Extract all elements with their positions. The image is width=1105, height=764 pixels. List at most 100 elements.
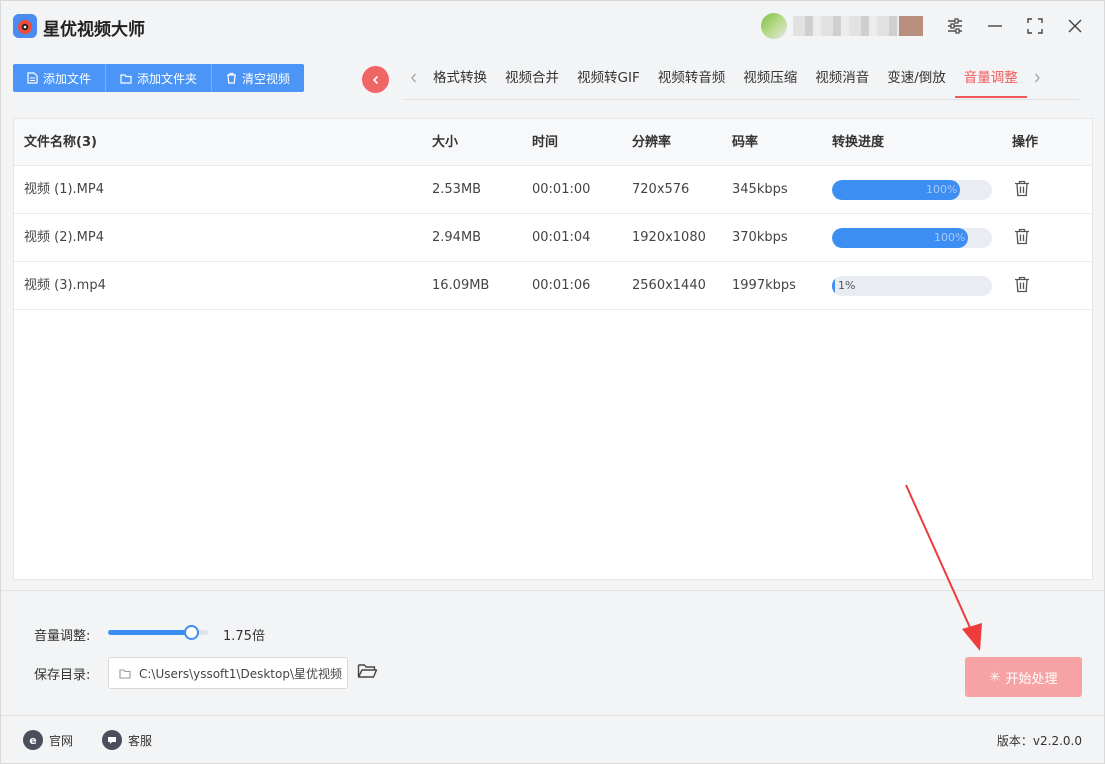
output-dir-path: C:\Users\yssoft1\Desktop\星优视频 xyxy=(139,666,342,681)
tab-video-mute[interactable]: 视频消音 xyxy=(806,64,878,98)
trash-icon xyxy=(226,72,237,84)
file-duration: 00:01:04 xyxy=(532,230,591,245)
toolbar: 添加文件 添加文件夹 清空视频 xyxy=(13,64,305,92)
tabs-scroll-left-button[interactable] xyxy=(404,64,424,92)
add-file-button[interactable]: 添加文件 xyxy=(13,64,107,92)
tabs-scroll-right-button[interactable] xyxy=(1027,64,1047,92)
collapse-button[interactable] xyxy=(362,66,389,93)
app-window: 星优视频大师 添加文件 添加文件夹 清空视频 格式转换 视频合并 视频转GIF … xyxy=(0,0,1105,764)
header-bitrate: 码率 xyxy=(732,135,759,150)
minimize-button[interactable] xyxy=(983,14,1007,38)
clear-videos-label: 清空视频 xyxy=(242,71,291,86)
file-name: 视频 (1).MP4 xyxy=(24,182,105,197)
progress-bar xyxy=(832,276,992,296)
volume-value: 1.75倍 xyxy=(223,629,265,644)
file-name: 视频 (3).mp4 xyxy=(24,278,106,293)
file-duration: 00:01:06 xyxy=(532,278,591,293)
clear-videos-button[interactable]: 清空视频 xyxy=(212,64,305,92)
file-size: 16.09MB xyxy=(432,278,490,293)
start-process-button[interactable]: ✳ 开始处理 xyxy=(965,657,1082,697)
tab-video-merge[interactable]: 视频合并 xyxy=(496,64,568,98)
trash-icon xyxy=(1015,180,1029,197)
support-link[interactable]: 客服 xyxy=(102,730,152,750)
tab-format-convert[interactable]: 格式转换 xyxy=(424,64,496,98)
avatar[interactable] xyxy=(761,13,787,39)
app-logo-icon xyxy=(13,14,37,38)
volume-slider-fill xyxy=(108,630,191,635)
delete-button[interactable] xyxy=(1014,228,1030,249)
file-bitrate: 370kbps xyxy=(732,230,788,245)
website-label: 官网 xyxy=(49,733,74,748)
output-dir-field[interactable]: C:\Users\yssoft1\Desktop\星优视频 xyxy=(108,657,348,689)
folder-icon xyxy=(120,73,132,84)
file-resolution: 2560x1440 xyxy=(632,278,706,293)
file-name: 视频 (2).MP4 xyxy=(24,230,105,245)
folder-icon xyxy=(119,668,131,679)
tab-video-compress[interactable]: 视频压缩 xyxy=(734,64,806,98)
tab-video-to-audio[interactable]: 视频转音频 xyxy=(649,64,735,98)
progress-label: 100% xyxy=(926,183,958,196)
header-progress: 转换进度 xyxy=(832,135,885,150)
chat-bubble-icon xyxy=(102,730,122,750)
volume-slider-thumb[interactable] xyxy=(184,625,199,640)
maximize-button[interactable] xyxy=(1023,14,1047,38)
progress-bar xyxy=(832,228,992,248)
delete-button[interactable] xyxy=(1014,180,1030,201)
maximize-icon xyxy=(1027,18,1043,34)
progress-label: 1% xyxy=(838,279,856,292)
support-label: 客服 xyxy=(128,733,153,748)
tab-speed-reverse[interactable]: 变速/倒放 xyxy=(878,64,955,98)
close-button[interactable] xyxy=(1063,14,1087,38)
file-bitrate: 1997kbps xyxy=(732,278,796,293)
table-row[interactable]: 视频 (2).MP4 2.94MB 00:01:04 1920x1080 370… xyxy=(14,214,1092,262)
file-icon xyxy=(27,72,38,84)
close-icon xyxy=(1068,19,1082,33)
user-account[interactable] xyxy=(761,13,923,39)
header-resolution: 分辨率 xyxy=(632,135,672,150)
header-action: 操作 xyxy=(1012,135,1039,150)
open-folder-button[interactable] xyxy=(357,662,379,684)
file-bitrate: 345kbps xyxy=(732,182,788,197)
header-size: 大小 xyxy=(432,135,459,150)
user-name-blurred xyxy=(793,16,923,36)
header-time: 时间 xyxy=(532,135,559,150)
file-resolution: 1920x1080 xyxy=(632,230,706,245)
chevron-right-icon xyxy=(1034,73,1040,83)
table-header: 文件名称(3) 大小 时间 分辨率 码率 转换进度 操作 xyxy=(14,119,1092,166)
settings-button[interactable] xyxy=(943,14,967,38)
add-file-label: 添加文件 xyxy=(43,71,92,86)
add-folder-label: 添加文件夹 xyxy=(137,71,198,86)
trash-icon xyxy=(1015,276,1029,293)
tab-video-to-gif[interactable]: 视频转GIF xyxy=(568,64,649,98)
delete-button[interactable] xyxy=(1014,276,1030,297)
volume-label: 音量调整: xyxy=(34,629,91,644)
folder-open-icon xyxy=(357,664,378,678)
output-dir-label: 保存目录: xyxy=(34,668,91,683)
loading-spinner-icon: ✳ xyxy=(989,669,1001,685)
sliders-icon xyxy=(948,18,962,34)
app-title: 星优视频大师 xyxy=(43,20,145,40)
file-duration: 00:01:00 xyxy=(532,182,591,197)
chevron-left-icon xyxy=(372,75,378,84)
footer: e 官网 客服 版本：v2.2.0.0 xyxy=(1,715,1104,763)
ie-globe-icon: e xyxy=(23,730,43,750)
title-bar: 星优视频大师 xyxy=(1,1,1104,51)
progress-label: 100% xyxy=(934,231,966,244)
progress-bar xyxy=(832,180,992,200)
annotation-arrow-icon xyxy=(905,484,982,651)
table-row[interactable]: 视频 (3).mp4 16.09MB 00:01:06 2560x1440 19… xyxy=(14,262,1092,310)
version-text: 版本：v2.2.0.0 xyxy=(996,734,1082,748)
file-resolution: 720x576 xyxy=(632,182,690,197)
website-link[interactable]: e 官网 xyxy=(23,730,73,750)
trash-icon xyxy=(1015,228,1029,245)
start-process-label: 开始处理 xyxy=(1005,671,1058,687)
volume-slider[interactable] xyxy=(108,625,208,640)
file-size: 2.94MB xyxy=(432,230,482,245)
feature-tabs: 格式转换 视频合并 视频转GIF 视频转音频 视频压缩 视频消音 变速/倒放 音… xyxy=(404,64,1079,100)
file-size: 2.53MB xyxy=(432,182,482,197)
tab-volume-adjust[interactable]: 音量调整 xyxy=(954,64,1027,98)
header-file-name: 文件名称(3) xyxy=(24,135,97,150)
chevron-left-icon xyxy=(411,73,416,83)
table-row[interactable]: 视频 (1).MP4 2.53MB 00:01:00 720x576 345kb… xyxy=(14,166,1092,214)
add-folder-button[interactable]: 添加文件夹 xyxy=(106,64,213,92)
